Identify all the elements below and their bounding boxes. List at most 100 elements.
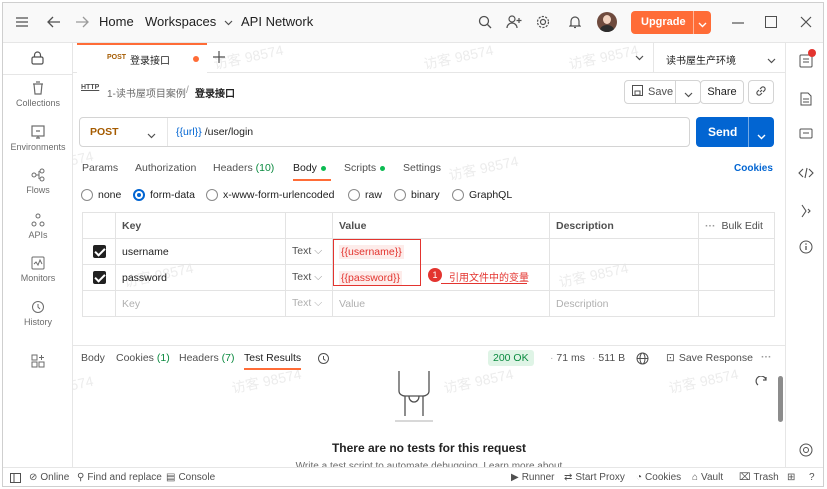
pane-divider[interactable]	[73, 345, 785, 346]
radio-graphql[interactable]: GraphQL	[452, 189, 512, 202]
response-size[interactable]: · 511 B	[592, 352, 625, 364]
more-options-icon[interactable]: ···	[761, 351, 772, 363]
tab-settings[interactable]: Settings	[403, 162, 441, 174]
chevron-down-icon[interactable]	[684, 89, 693, 101]
breadcrumb-collection[interactable]: 1-读书屋项目案例	[107, 85, 186, 100]
toggle-sidebar-icon[interactable]	[10, 473, 21, 486]
copy-link-button[interactable]	[748, 80, 774, 104]
row-checkbox-cell[interactable]	[82, 238, 116, 265]
console-button[interactable]: ▤ Console	[166, 472, 215, 483]
vault-button[interactable]: ⌂ Vault	[692, 472, 723, 483]
online-status[interactable]: ⊘ Online	[29, 472, 69, 483]
environment-selector[interactable]: 读书屋生产环境	[658, 43, 780, 73]
sidebar-item-environments[interactable]: Environments	[3, 125, 73, 152]
url-input[interactable]: {{url}}/user/login	[176, 126, 253, 138]
status-code-badge[interactable]: 200 OK	[488, 350, 534, 366]
minimize-icon[interactable]	[732, 22, 744, 24]
sidebar-item-history[interactable]: History	[3, 300, 73, 327]
value-placeholder[interactable]: Value	[332, 290, 550, 317]
share-button[interactable]: Share	[700, 80, 744, 104]
upgrade-button[interactable]: Upgrade	[631, 11, 711, 34]
comments-icon[interactable]	[799, 128, 813, 144]
more-options-icon[interactable]: ···	[705, 220, 716, 232]
trash-button[interactable]: ⌧ Trash	[739, 472, 779, 483]
configure-sidebar-icon[interactable]	[31, 354, 45, 368]
close-icon[interactable]	[800, 16, 812, 28]
find-replace-button[interactable]: ⚲ Find and replace	[77, 472, 162, 483]
checkbox-checked[interactable]	[92, 271, 106, 284]
back-arrow-icon[interactable]	[47, 16, 61, 28]
tab-params[interactable]: Params	[82, 162, 118, 174]
api-network-link[interactable]: API Network	[241, 14, 313, 29]
tab-response-body[interactable]: Body	[81, 352, 105, 364]
description-cell[interactable]	[549, 264, 699, 291]
chevron-down-icon[interactable]	[698, 19, 707, 31]
tab-body[interactable]: Body	[293, 162, 326, 174]
sidebar-item-monitors[interactable]: Monitors	[3, 256, 73, 283]
search-icon[interactable]	[478, 15, 492, 29]
sidebar-item-collections[interactable]: Collections	[3, 81, 73, 108]
sidebar-item-apis[interactable]: APIs	[3, 213, 73, 240]
tab-test-results[interactable]: Test Results	[244, 352, 301, 364]
tab-scripts[interactable]: Scripts	[344, 162, 386, 174]
method-selector[interactable]: POST	[80, 118, 168, 146]
description-placeholder[interactable]: Description	[549, 290, 699, 317]
related-collections-icon[interactable]	[800, 204, 812, 221]
method-label: POST	[90, 126, 119, 138]
tab-authorization[interactable]: Authorization	[135, 162, 196, 174]
cookies-button[interactable]: ◔ Cookies	[636, 472, 681, 483]
send-button[interactable]: Send	[696, 117, 774, 147]
maximize-icon[interactable]	[765, 16, 777, 28]
tab-response-cookies[interactable]: Cookies (1)	[116, 352, 170, 364]
history-icon[interactable]	[317, 352, 330, 368]
checkbox-checked[interactable]	[92, 245, 106, 258]
type-selector[interactable]: Text ⌵	[285, 264, 333, 291]
help-icon[interactable]	[799, 443, 813, 460]
chevron-down-icon[interactable]	[635, 55, 644, 61]
bell-icon[interactable]	[569, 15, 581, 29]
save-response-button[interactable]: ⊡ Save Response	[666, 352, 753, 364]
home-link[interactable]: Home	[99, 14, 134, 29]
bulk-edit-header[interactable]: ··· Bulk Edit	[698, 212, 775, 239]
runner-button[interactable]: ▶ Runner	[511, 472, 555, 483]
settings-gear-icon[interactable]	[536, 15, 550, 29]
radio-none[interactable]: none	[81, 189, 121, 202]
key-placeholder[interactable]: Key	[115, 290, 286, 317]
annotation-number-badge: 1	[428, 268, 442, 282]
key-cell[interactable]: password	[115, 264, 286, 291]
menu-icon[interactable]	[15, 16, 29, 28]
radio-form-data[interactable]: form-data	[133, 189, 195, 202]
type-selector[interactable]: Text ⌵	[285, 238, 333, 265]
scrollbar-thumb[interactable]	[778, 376, 783, 422]
tab-login[interactable]: POST 登录接口	[77, 43, 207, 73]
cookies-link[interactable]: Cookies	[734, 163, 773, 174]
lock-icon[interactable]	[31, 51, 44, 65]
start-proxy-button[interactable]: ⇄ Start Proxy	[564, 472, 625, 483]
layout-icon[interactable]: ⊞	[787, 472, 795, 483]
response-time[interactable]: · 71 ms	[550, 352, 585, 364]
workspaces-menu[interactable]: Workspaces	[145, 14, 233, 29]
tab-response-headers[interactable]: Headers (7)	[179, 352, 234, 364]
radio-binary[interactable]: binary	[394, 189, 440, 202]
document-icon[interactable]	[800, 92, 812, 109]
add-user-icon[interactable]	[506, 15, 522, 29]
row-checkbox-cell[interactable]	[82, 264, 116, 291]
forward-arrow-icon[interactable]	[75, 16, 89, 28]
radio-button	[394, 189, 406, 202]
info-icon[interactable]	[799, 240, 813, 257]
new-tab-plus-icon[interactable]	[213, 51, 225, 63]
radio-urlencoded[interactable]: x-www-form-urlencoded	[206, 189, 334, 202]
help-icon[interactable]: ?	[809, 472, 815, 483]
avatar[interactable]	[597, 12, 617, 32]
refresh-icon[interactable]	[755, 375, 768, 392]
tab-headers[interactable]: Headers (10)	[213, 162, 274, 174]
globe-icon[interactable]	[636, 352, 649, 368]
description-cell[interactable]	[549, 238, 699, 265]
chevron-down-icon[interactable]	[757, 129, 766, 143]
type-selector[interactable]: Text ⌵	[285, 290, 333, 317]
code-icon[interactable]	[798, 167, 814, 182]
save-button[interactable]: Save	[624, 80, 701, 104]
key-cell[interactable]: username	[115, 238, 286, 265]
radio-raw[interactable]: raw	[348, 189, 382, 202]
sidebar-item-flows[interactable]: Flows	[3, 168, 73, 195]
